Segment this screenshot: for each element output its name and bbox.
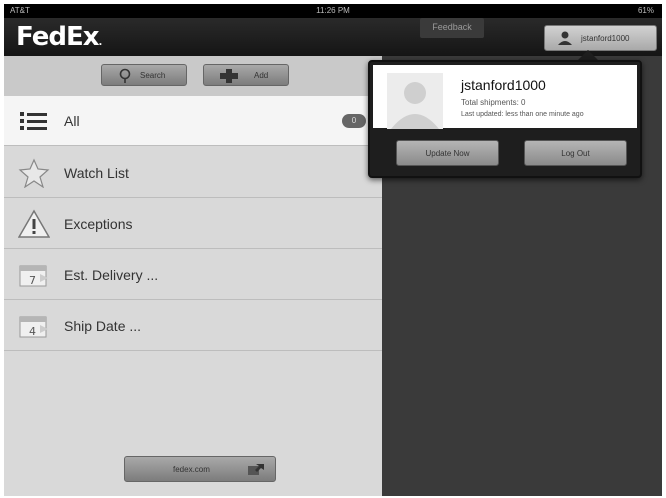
- add-button[interactable]: Add: [203, 64, 289, 86]
- sidebar-item-label: Ship Date ...: [64, 318, 142, 334]
- battery-label: 61%: [637, 6, 654, 15]
- clock: 11:26 PM: [316, 6, 350, 15]
- sidebar-item-label: All: [64, 113, 80, 129]
- fedex-com-label: fedex.com: [173, 465, 210, 474]
- search-button-label: Search: [140, 71, 166, 80]
- svg-text:7: 7: [29, 274, 36, 287]
- app-frame: AT&T 11:26 PM 61% FedEx. Feedback jstanf…: [0, 0, 666, 498]
- search-icon: [119, 68, 131, 83]
- sidebar-item-est-delivery[interactable]: 7 Est. Delivery ...: [4, 250, 382, 300]
- sidebar: Search Add All 0 Watch List Exceptions 7…: [4, 56, 382, 496]
- svg-text:4: 4: [29, 325, 36, 338]
- popover-arrow: [578, 50, 598, 60]
- calendar-7-icon: 7: [19, 265, 48, 287]
- feedback-button[interactable]: Feedback: [420, 18, 484, 38]
- sidebar-item-exceptions[interactable]: Exceptions: [4, 199, 382, 249]
- search-button[interactable]: Search: [101, 64, 187, 86]
- total-shipments: Total shipments: 0: [461, 98, 526, 107]
- star-icon: [18, 158, 50, 188]
- account-card: jstanford1000 Total shipments: 0 Last up…: [373, 65, 637, 129]
- account-popover: jstanford1000 Total shipments: 0 Last up…: [368, 60, 642, 178]
- sidebar-item-label: Est. Delivery ...: [64, 267, 159, 283]
- sidebar-item-watch-list[interactable]: Watch List: [4, 148, 382, 198]
- user-icon: [558, 31, 572, 45]
- plus-icon: [220, 69, 238, 83]
- last-updated: Last updated: less than one minute ago: [461, 111, 584, 118]
- external-link-icon: [248, 464, 264, 475]
- sidebar-toolbar: Search Add: [4, 56, 382, 96]
- warning-icon: [18, 209, 50, 238]
- sidebar-item-label: Exceptions: [64, 216, 133, 232]
- avatar: [387, 73, 443, 129]
- fedex-com-button[interactable]: fedex.com: [124, 456, 276, 482]
- list-icon: [20, 112, 47, 130]
- sidebar-item-label: Watch List: [64, 165, 129, 181]
- user-button-label: jstanford1000: [581, 34, 630, 43]
- status-bar: AT&T 11:26 PM 61%: [4, 4, 662, 18]
- count-badge: 0: [342, 114, 366, 128]
- calendar-4-icon: 4: [19, 316, 48, 338]
- sidebar-item-all[interactable]: All 0: [4, 96, 382, 146]
- log-out-button[interactable]: Log Out: [524, 140, 627, 166]
- top-bar: FedEx. Feedback jstanford1000: [4, 18, 662, 56]
- update-now-button[interactable]: Update Now: [396, 140, 499, 166]
- sidebar-item-ship-date[interactable]: 4 Ship Date ...: [4, 301, 382, 351]
- add-button-label: Add: [254, 71, 269, 80]
- popover-username: jstanford1000: [461, 77, 546, 93]
- fedex-logo: FedEx.: [16, 22, 102, 52]
- user-account-button[interactable]: jstanford1000: [544, 25, 657, 51]
